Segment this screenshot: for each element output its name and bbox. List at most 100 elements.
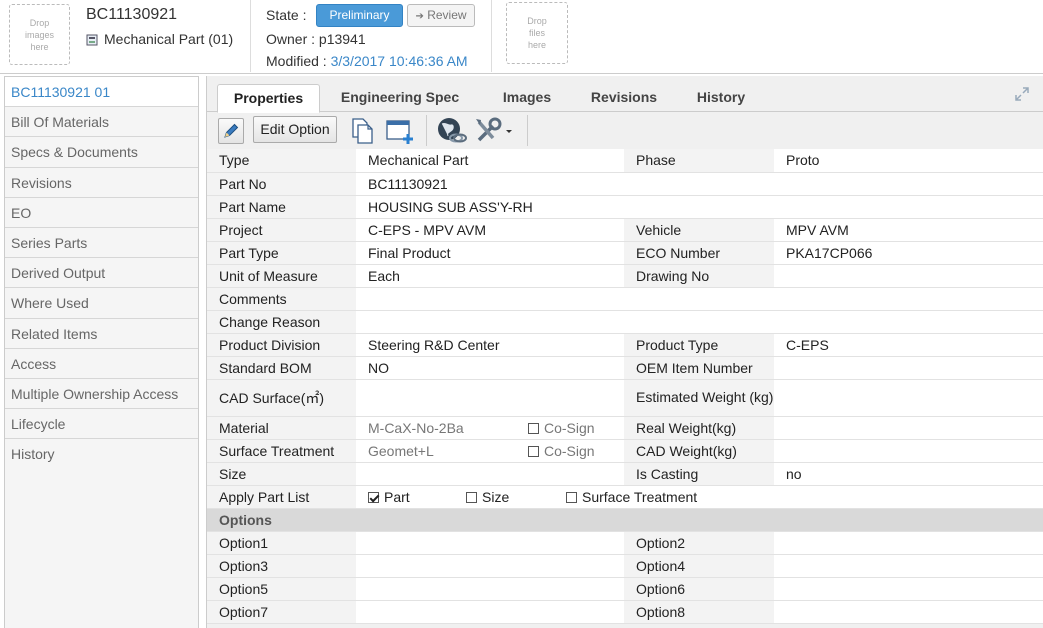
option-label: Option2 [624,531,774,555]
option-label: Option4 [624,554,774,578]
material-value: M-CaX-No-2Ba [368,419,464,436]
table-row: Part Name HOUSING SUB ASS'Y-RH [207,195,1043,219]
surface-treatment-value: Geomet+L [368,442,434,459]
sidebar-item-specs[interactable]: Specs & Documents [5,137,198,168]
tab-history[interactable]: History [685,84,757,112]
table-row: Surface Treatment Geomet+L Co-Sign CAD We… [207,439,1043,463]
type-value: Mechanical Part [356,149,624,173]
option-value [774,577,1043,601]
real-weight-label: Real Weight(kg) [624,416,774,440]
table-row: Project C-EPS - MPV AVM Vehicle MPV AVM [207,218,1043,242]
copy-icon[interactable] [347,117,377,145]
change-reason-value [356,310,1043,334]
cad-weight-value [774,439,1043,463]
header-divider [250,0,251,72]
sidebar-item-related-items[interactable]: Related Items [5,319,198,349]
surface-treatment-cell: Geomet+L Co-Sign [356,439,624,463]
table-row: Option7 Option8 [207,600,1043,624]
surface-treatment-cosign-checkbox[interactable] [528,445,539,457]
cad-weight-label: CAD Weight(kg) [624,439,774,463]
sidebar-item-access[interactable]: Access [5,349,198,379]
option-label: Option5 [207,577,356,601]
is-casting-label: Is Casting [624,462,774,486]
part-no-value: BC11130921 [356,172,624,196]
uom-value: Each [356,264,624,288]
state-label: State : [266,7,307,23]
part-type-label: Mechanical Part (01) [104,31,234,47]
cad-surface-label: CAD Surface(㎡) [207,379,356,417]
promote-review-button[interactable]: ➔ Review [407,4,475,27]
eco-number-value: PKA17CP066 [774,241,1043,265]
sidebar-item-eo[interactable]: EO [5,198,198,228]
table-row: Comments [207,287,1043,311]
surface-treatment-option-label: Surface Treatment [582,488,698,505]
review-label: Review [427,8,467,22]
real-weight-value [774,416,1043,440]
option-value [774,531,1043,555]
material-cosign-checkbox[interactable] [528,422,539,434]
size-checkbox[interactable] [466,491,477,503]
table-row: Product Division Steering R&D Center Pro… [207,333,1043,357]
material-cosign-label: Co-Sign [544,419,595,436]
product-division-value: Steering R&D Center [356,333,624,357]
table-row: Option1 Option2 [207,531,1043,555]
oem-item-number-label: OEM Item Number [624,356,774,380]
empty-cell [624,195,1043,219]
drop-files-zone[interactable]: Drop files here [506,2,568,64]
tab-engineering-spec[interactable]: Engineering Spec [331,84,469,112]
header-divider [491,0,492,72]
surface-treatment-checkbox[interactable] [566,491,577,503]
tools-icon[interactable] [473,116,517,146]
part-no-label: Part No [207,172,356,196]
apply-part-list-label: Apply Part List [207,485,356,509]
modified-line: Modified : 3/3/2017 10:46:36 AM [266,53,468,69]
comments-label: Comments [207,287,356,311]
project-value: C-EPS - MPV AVM [356,218,624,242]
sidebar-item-lifecycle[interactable]: Lifecycle [5,409,198,440]
properties-table: Type Mechanical Part Phase Proto Part No… [207,149,1043,624]
table-row: Type Mechanical Part Phase Proto [207,149,1043,173]
state-preliminary-button[interactable]: Preliminary [316,4,403,27]
owner-label: Owner : p13941 [266,31,366,47]
new-window-icon[interactable] [384,117,416,145]
sidebar-item-revision[interactable]: BC11130921 01 [5,77,198,108]
sidebar-item-where-used[interactable]: Where Used [5,288,198,319]
sidebar-item-derived-output[interactable]: Derived Output [5,258,198,289]
is-casting-value: no [774,462,1043,486]
option-label: Option1 [207,531,356,555]
modified-value: 3/3/2017 10:46:36 AM [330,53,468,69]
part-checkbox[interactable] [368,491,379,503]
phase-value: Proto [774,149,1043,173]
drop-images-zone[interactable]: Drop images here [9,4,70,65]
tab-images[interactable]: Images [491,84,563,112]
table-row: Option5 Option6 [207,577,1043,601]
tab-properties[interactable]: Properties [217,84,320,113]
sidebar-item-revisions[interactable]: Revisions [5,168,198,198]
type-label: Type [207,149,356,173]
empty-cell [624,172,1043,196]
sidebar-item-series-parts[interactable]: Series Parts [5,228,198,259]
vehicle-label: Vehicle [624,218,774,242]
part-icon [86,33,98,46]
edit-option-button[interactable]: Edit Option [253,116,337,143]
globe-link-icon[interactable] [435,116,467,146]
tab-bar: Properties Engineering Spec Images Revis… [207,76,1043,113]
product-type-value: C-EPS [774,333,1043,357]
change-reason-label: Change Reason [207,310,356,334]
sidebar-item-history[interactable]: History [5,439,198,469]
option-value [356,600,624,624]
product-division-label: Product Division [207,333,356,357]
option-value [774,600,1043,624]
surface-treatment-cosign-label: Co-Sign [544,442,595,459]
expand-icon[interactable] [1014,86,1030,102]
tab-revisions[interactable]: Revisions [579,84,669,112]
part-type-label: Part Type [207,241,356,265]
sidebar-item-multiple-ownership[interactable]: Multiple Ownership Access [5,379,198,410]
table-row: Size Is Casting no [207,462,1043,486]
vehicle-value: MPV AVM [774,218,1043,242]
uom-label: Unit of Measure [207,264,356,288]
table-row: Part Type Final Product ECO Number PKA17… [207,241,1043,265]
table-row: CAD Surface(㎡) Estimated Weight (kg) [207,379,1043,417]
sidebar-item-bom[interactable]: Bill Of Materials [5,107,198,138]
edit-button[interactable] [218,118,244,144]
